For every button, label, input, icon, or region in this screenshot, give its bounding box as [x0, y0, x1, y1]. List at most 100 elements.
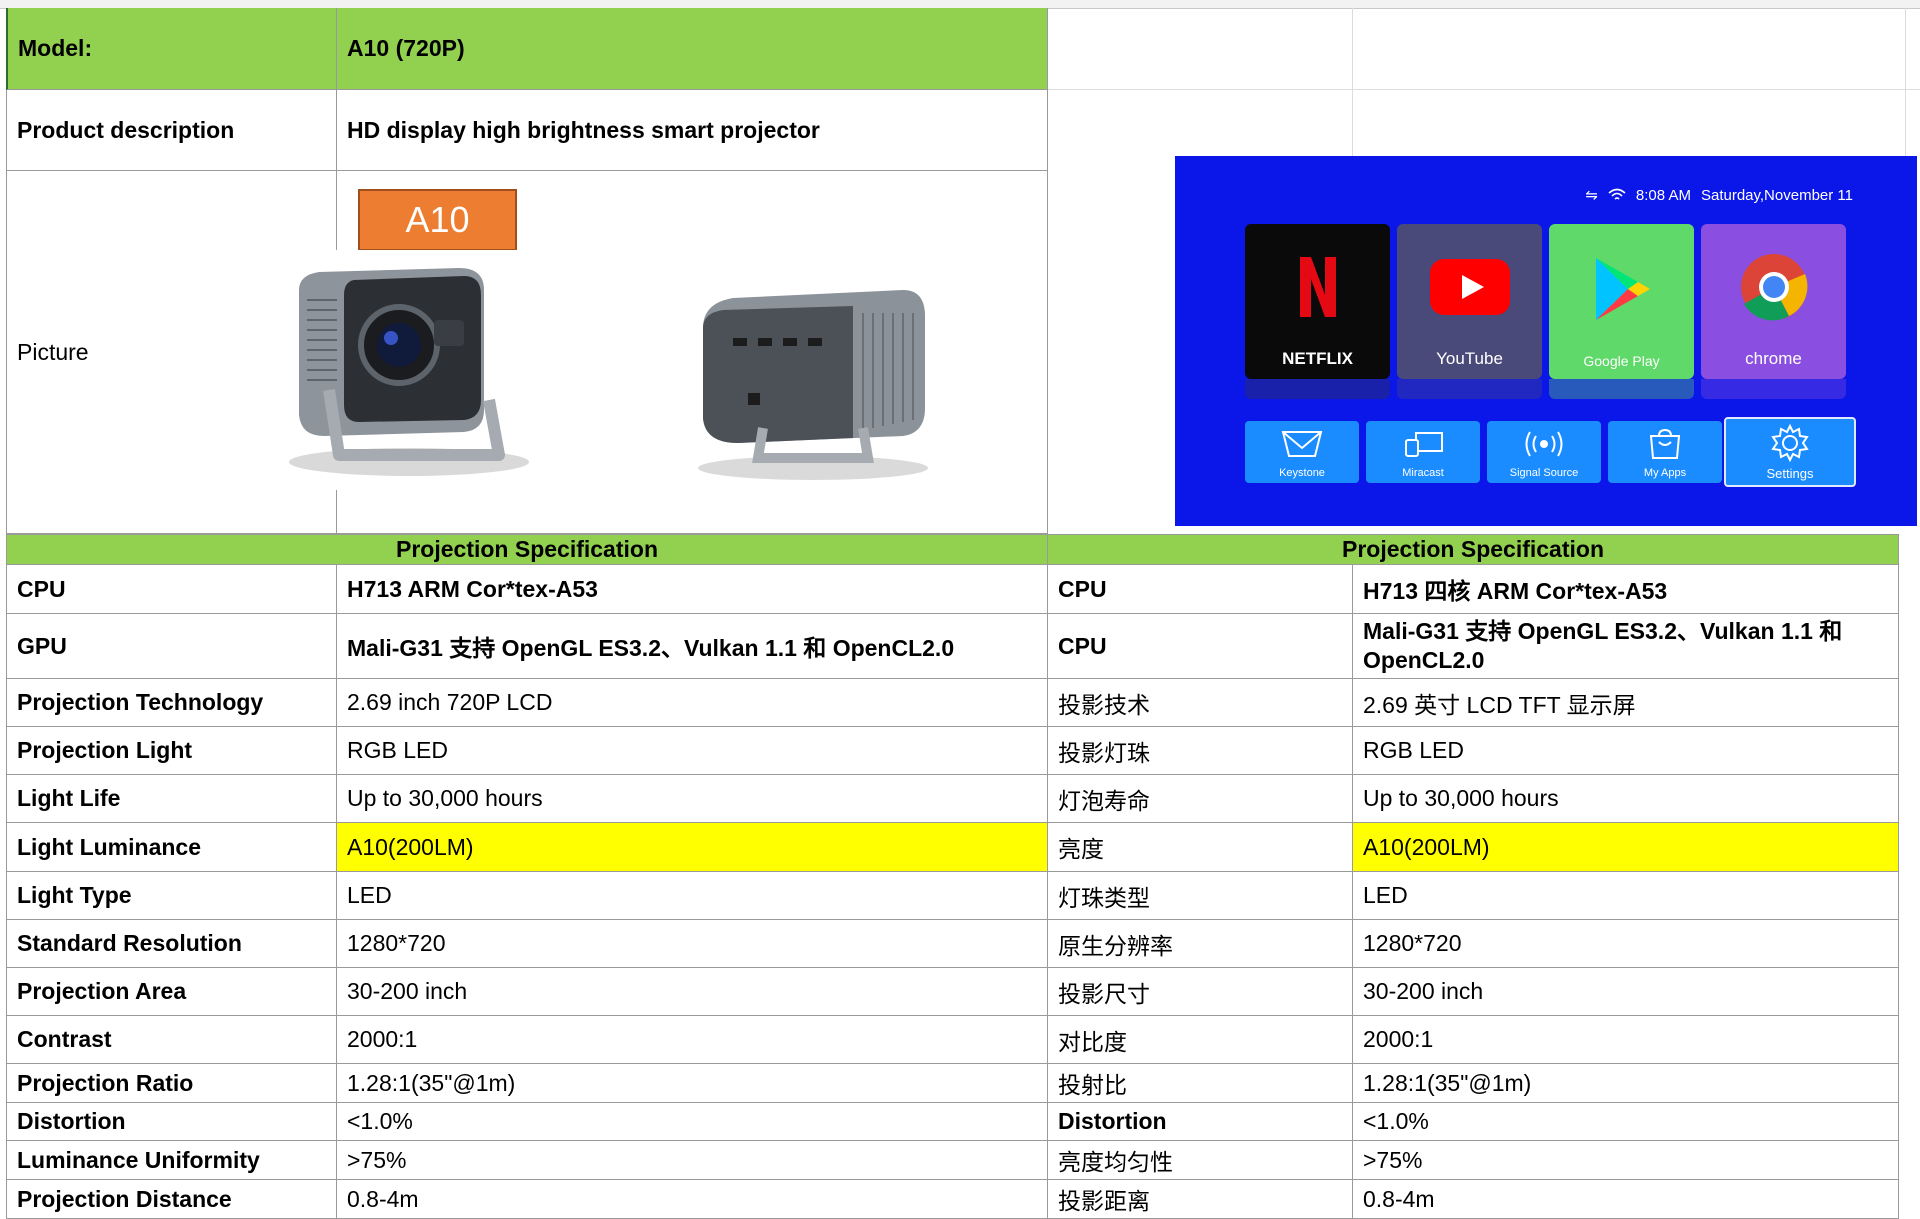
spec-label-en[interactable]: Light Type	[6, 872, 337, 920]
button-label: Signal Source	[1509, 467, 1579, 479]
tile-reflection	[1701, 379, 1846, 399]
spec-value-cn[interactable]: H713 四核 ARM Cor*tex-A53	[1353, 565, 1899, 614]
projector-front-image[interactable]	[259, 250, 562, 490]
spec-value-en[interactable]: 30-200 inch	[337, 968, 1048, 1016]
spec-label-cn[interactable]: 投影尺寸	[1048, 968, 1353, 1016]
spec-value-en[interactable]: 2000:1	[337, 1016, 1048, 1064]
spec-value-en[interactable]: 1.28:1(35"@1m)	[337, 1064, 1048, 1103]
spec-value-cn[interactable]: <1.0%	[1353, 1103, 1899, 1141]
spec-value-cn[interactable]: RGB LED	[1353, 727, 1899, 775]
shopping-bag-icon	[1649, 428, 1681, 459]
projector-back-image[interactable]	[663, 268, 965, 486]
spec-value-cn[interactable]: 0.8-4m	[1353, 1180, 1899, 1219]
spec-label-en[interactable]: Projection Distance	[6, 1180, 337, 1219]
miracast-button[interactable]: Miracast	[1366, 421, 1480, 483]
signal-icon	[1525, 431, 1563, 457]
app-label: YouTube	[1436, 349, 1503, 368]
status-bar: ⇋ 8:08 AM Saturday,November 11	[1585, 186, 1853, 205]
app-label: Google Play	[1583, 353, 1660, 369]
status-time: 8:08 AM	[1635, 186, 1691, 204]
button-label: Miracast	[1402, 467, 1444, 479]
spec-label-cn[interactable]: 投射比	[1048, 1064, 1353, 1103]
spec-value-en[interactable]: Mali-G31 支持 OpenGL ES3.2、Vulkan 1.1 和 Op…	[337, 614, 1048, 679]
model-label-cell[interactable]: Model:	[6, 8, 337, 90]
spec-value-cn[interactable]: 2000:1	[1353, 1016, 1899, 1064]
button-label: Settings	[1766, 466, 1814, 481]
chrome-icon	[1740, 253, 1807, 320]
app-tile-google-play[interactable]: Google Play	[1549, 224, 1694, 379]
my-apps-button[interactable]: My Apps	[1608, 421, 1722, 483]
spec-label-en[interactable]: Light Luminance	[6, 823, 337, 872]
youtube-icon	[1429, 258, 1510, 315]
spec-label-cn[interactable]: 原生分辨率	[1048, 920, 1353, 968]
spec-value-en[interactable]: LED	[337, 872, 1048, 920]
spec-label-en[interactable]: Distortion	[6, 1103, 337, 1141]
spec-label-en[interactable]: Projection Ratio	[6, 1064, 337, 1103]
spec-label-cn[interactable]: 投影技术	[1048, 679, 1353, 727]
spec-header-left[interactable]: Projection Specification	[6, 534, 1048, 565]
spec-label-en[interactable]: Projection Area	[6, 968, 337, 1016]
spec-value-cn[interactable]: A10(200LM)	[1353, 823, 1899, 872]
spec-value-cn[interactable]: 1280*720	[1353, 920, 1899, 968]
button-label: Keystone	[1279, 467, 1325, 479]
spec-value-en[interactable]: H713 ARM Cor*tex-A53	[337, 565, 1048, 614]
spec-label-cn[interactable]: CPU	[1048, 565, 1353, 614]
spec-label-cn[interactable]: 投影距离	[1048, 1180, 1353, 1219]
gridline	[1905, 8, 1906, 156]
app-label: chrome	[1745, 349, 1802, 368]
status-date: Saturday,November 11	[1700, 186, 1853, 204]
gear-icon	[1771, 423, 1809, 462]
spec-value-cn[interactable]: 30-200 inch	[1353, 968, 1899, 1016]
ethernet-icon: ⇋	[1585, 187, 1598, 204]
spec-value-en[interactable]: 1280*720	[337, 920, 1048, 968]
button-label: My Apps	[1643, 467, 1687, 479]
launcher-screenshot: ⇋ 8:08 AM Saturday,November 11 NETFLIX Y…	[1175, 156, 1917, 526]
app-tile-netflix[interactable]: NETFLIX	[1245, 224, 1390, 379]
spec-value-en[interactable]: 2.69 inch 720P LCD	[337, 679, 1048, 727]
model-value-cell[interactable]: A10 (720P)	[337, 8, 1048, 90]
app-tile-youtube[interactable]: YouTube	[1397, 224, 1542, 379]
spec-label-cn[interactable]: 灯珠类型	[1048, 872, 1353, 920]
spec-label-cn[interactable]: Distortion	[1048, 1103, 1353, 1141]
app-label: NETFLIX	[1282, 349, 1353, 368]
spec-value-cn[interactable]: 2.69 英寸 LCD TFT 显示屏	[1353, 679, 1899, 727]
gridline	[1352, 8, 1353, 156]
spec-value-cn[interactable]: LED	[1353, 872, 1899, 920]
netflix-icon	[1299, 256, 1336, 317]
spec-label-cn[interactable]: CPU	[1048, 614, 1353, 679]
spec-value-en[interactable]: >75%	[337, 1141, 1048, 1180]
spec-value-cn[interactable]: 1.28:1(35"@1m)	[1353, 1064, 1899, 1103]
spec-label-cn[interactable]: 亮度	[1048, 823, 1353, 872]
wifi-icon	[1608, 188, 1626, 200]
spec-label-en[interactable]: Contrast	[6, 1016, 337, 1064]
spec-value-en[interactable]: 0.8-4m	[337, 1180, 1048, 1219]
spec-value-en[interactable]: RGB LED	[337, 727, 1048, 775]
description-value-cell[interactable]: HD display high brightness smart project…	[337, 90, 1048, 171]
spreadsheet: Model: A10 (720P) Product description HD…	[0, 0, 1920, 1219]
keystone-button[interactable]: Keystone	[1245, 421, 1359, 483]
signal-source-button[interactable]: Signal Source	[1487, 421, 1601, 483]
description-label-cell[interactable]: Product description	[6, 90, 337, 171]
spec-label-cn[interactable]: 灯泡寿命	[1048, 775, 1353, 823]
gridline	[1048, 89, 1920, 90]
spec-label-en[interactable]: Projection Light	[6, 727, 337, 775]
spec-value-en[interactable]: <1.0%	[337, 1103, 1048, 1141]
spec-label-en[interactable]: GPU	[6, 614, 337, 679]
spec-value-cn[interactable]: >75%	[1353, 1141, 1899, 1180]
spec-label-en[interactable]: Luminance Uniformity	[6, 1141, 337, 1180]
spec-value-en[interactable]: Up to 30,000 hours	[337, 775, 1048, 823]
model-badge[interactable]: A10	[358, 189, 517, 251]
spec-value-cn[interactable]: Up to 30,000 hours	[1353, 775, 1899, 823]
spec-label-cn[interactable]: 投影灯珠	[1048, 727, 1353, 775]
spec-value-cn[interactable]: Mali-G31 支持 OpenGL ES3.2、Vulkan 1.1 和 Op…	[1353, 614, 1899, 679]
spec-label-cn[interactable]: 对比度	[1048, 1016, 1353, 1064]
spec-value-en[interactable]: A10(200LM)	[337, 823, 1048, 872]
spec-label-en[interactable]: Projection Technology	[6, 679, 337, 727]
spec-label-cn[interactable]: 亮度均匀性	[1048, 1141, 1353, 1180]
spec-header-right[interactable]: Projection Specification	[1048, 534, 1899, 565]
settings-button[interactable]: Settings	[1724, 417, 1856, 487]
spec-label-en[interactable]: Standard Resolution	[6, 920, 337, 968]
spec-label-en[interactable]: Light Life	[6, 775, 337, 823]
spec-label-en[interactable]: CPU	[6, 565, 337, 614]
app-tile-chrome[interactable]: chrome	[1701, 224, 1846, 379]
